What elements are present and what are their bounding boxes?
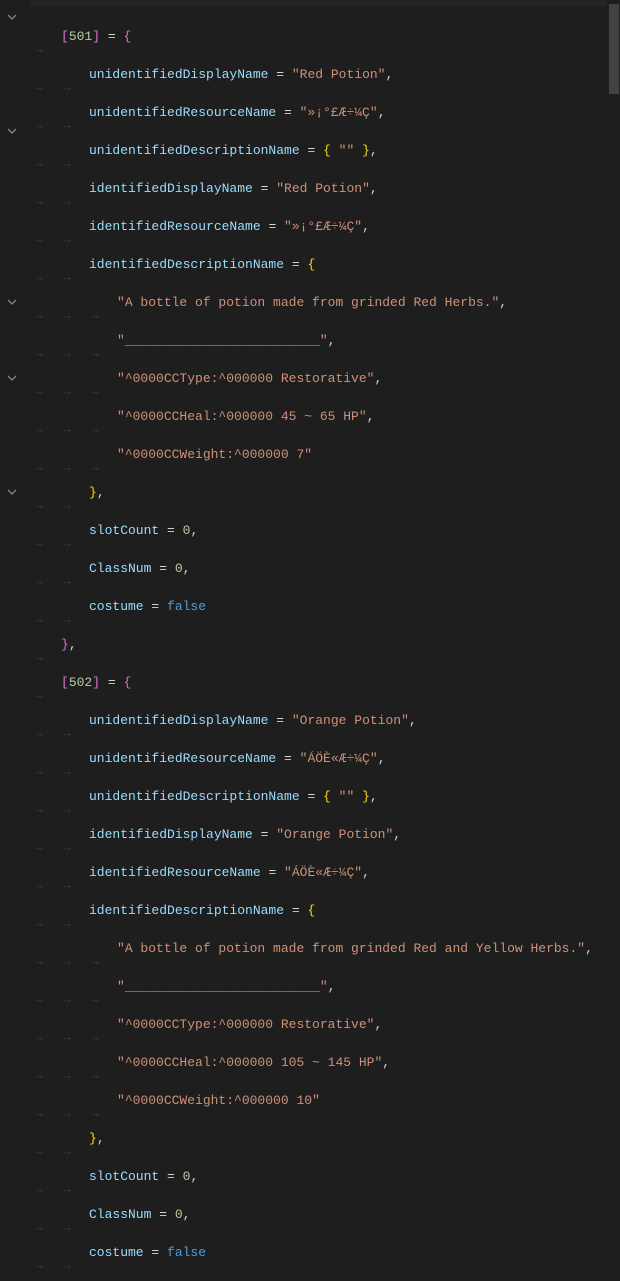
fold-chevron-icon[interactable] [6, 486, 18, 498]
fold-chevron-icon[interactable] [6, 125, 18, 137]
code-line: "^0000CCHeal:^000000 105 ~ 145 HP", [33, 1053, 620, 1072]
gutter [0, 0, 30, 647]
code-line: ClassNum = 0, [33, 559, 620, 578]
fold-chevron-icon[interactable] [6, 11, 18, 23]
code-line: slotCount = 0, [33, 1167, 620, 1186]
fold-chevron-icon[interactable] [6, 372, 18, 384]
vertical-scrollbar[interactable] [606, 0, 620, 647]
code-line: "_________________________", [33, 977, 620, 996]
code-line: identifiedDescriptionName = { [33, 901, 620, 920]
scrollbar-thumb[interactable] [609, 4, 619, 94]
code-line: unidentifiedResourceName = "»¡°£Æ÷¼Ç", [33, 103, 620, 122]
code-line: identifiedResourceName = "»¡°£Æ÷¼Ç", [33, 217, 620, 236]
code-line: unidentifiedDisplayName = "Orange Potion… [33, 711, 620, 730]
code-line: }, [33, 635, 620, 654]
code-line: unidentifiedDescriptionName = { "" }, [33, 787, 620, 806]
code-line: }, [33, 483, 620, 502]
code-line: "A bottle of potion made from grinded Re… [33, 939, 620, 958]
fold-chevron-icon[interactable] [6, 296, 18, 308]
code-line: identifiedDisplayName = "Red Potion", [33, 179, 620, 198]
code-line: "A bottle of potion made from grinded Re… [33, 293, 620, 312]
code-line: ClassNum = 0, [33, 1205, 620, 1224]
code-line: "^0000CCWeight:^000000 10" [33, 1091, 620, 1110]
code-line: unidentifiedDisplayName = "Red Potion", [33, 65, 620, 84]
code-line: "^0000CCType:^000000 Restorative", [33, 1015, 620, 1034]
code-line: "_________________________", [33, 331, 620, 350]
code-line: identifiedDisplayName = "Orange Potion", [33, 825, 620, 844]
code-line: "^0000CCType:^000000 Restorative", [33, 369, 620, 388]
code-line: }, [33, 1129, 620, 1148]
code-line: costume = false [33, 1243, 620, 1262]
code-line: unidentifiedResourceName = "ÁÖÈ«Æ÷¼Ç", [33, 749, 620, 768]
code-line: slotCount = 0, [33, 521, 620, 540]
code-line: [501] = { [33, 27, 620, 46]
code-editor[interactable]: [501] = { unidentifiedDisplayName = "Red… [0, 0, 620, 1281]
code-line: identifiedResourceName = "ÁÖÈ«Æ÷¼Ç", [33, 863, 620, 882]
code-line: identifiedDescriptionName = { [33, 255, 620, 274]
code-line: [502] = { [33, 673, 620, 692]
editor-top-shade [0, 0, 620, 6]
code-line: "^0000CCHeal:^000000 45 ~ 65 HP", [33, 407, 620, 426]
code-line: "^0000CCWeight:^000000 7" [33, 445, 620, 464]
code-line: costume = false [33, 597, 620, 616]
code-line: unidentifiedDescriptionName = { "" }, [33, 141, 620, 160]
